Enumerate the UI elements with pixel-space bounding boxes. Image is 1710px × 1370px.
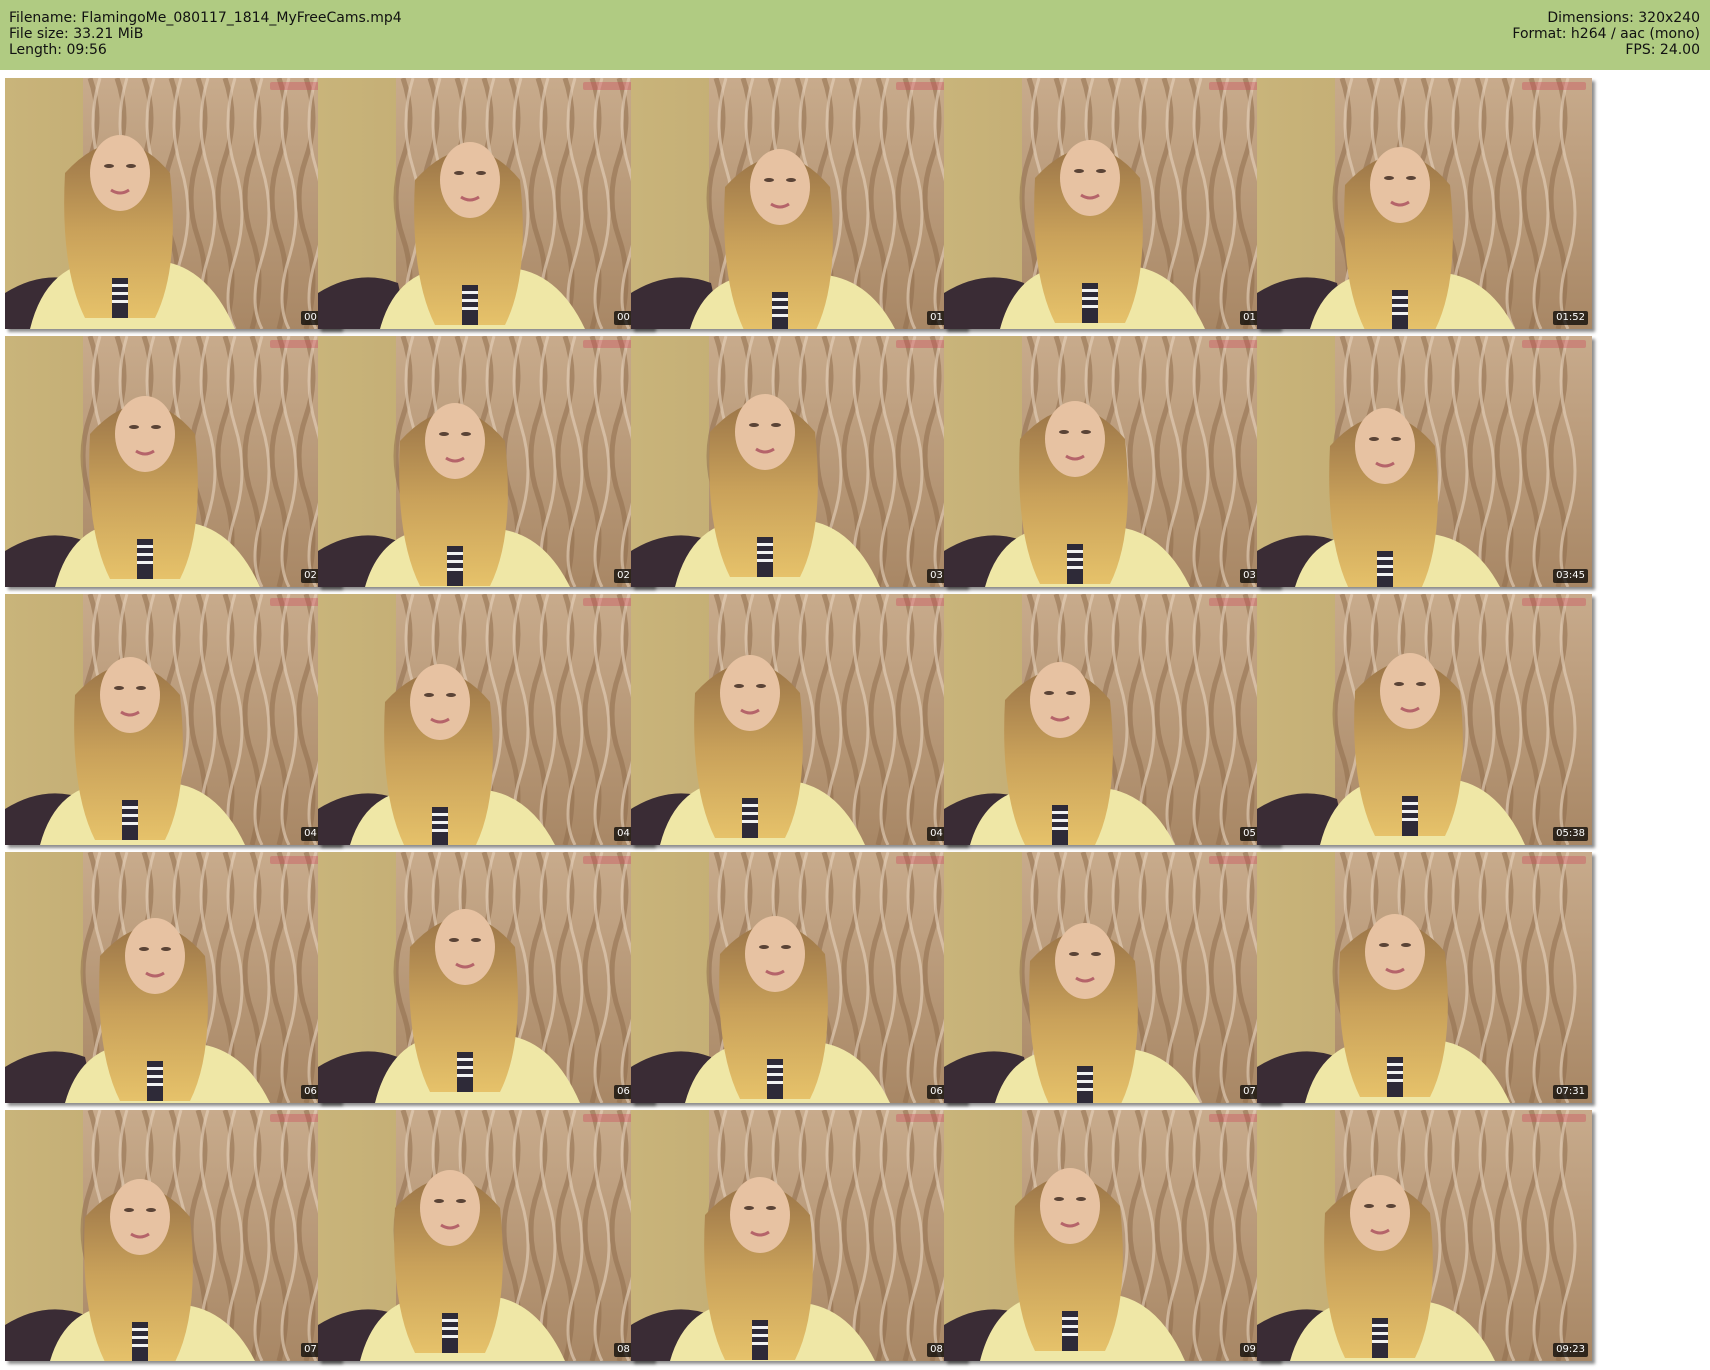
video-frame-image bbox=[318, 336, 653, 587]
video-frame-image bbox=[944, 594, 1279, 845]
video-frame-image bbox=[1257, 336, 1592, 587]
video-thumbnail: 00:22 bbox=[5, 78, 340, 329]
video-thumbnail: 06:23 bbox=[318, 852, 653, 1103]
watermark-graphic bbox=[1522, 1114, 1586, 1122]
video-thumbnail: 07:08 bbox=[944, 852, 1279, 1103]
video-frame-image bbox=[5, 852, 340, 1103]
video-thumbnail: 05:38 bbox=[1257, 594, 1592, 845]
video-frame-image bbox=[631, 852, 966, 1103]
video-thumbnail: 01:30 bbox=[944, 78, 1279, 329]
video-thumbnail: 02:15 bbox=[5, 336, 340, 587]
video-thumbnail: 07:53 bbox=[5, 1110, 340, 1361]
video-frame-image bbox=[1257, 852, 1592, 1103]
timestamp-label: 01:52 bbox=[1553, 311, 1588, 325]
timestamp-label: 03:45 bbox=[1553, 569, 1588, 583]
video-frame-image bbox=[944, 852, 1279, 1103]
video-frame-image bbox=[5, 1110, 340, 1361]
video-frame-image bbox=[631, 1110, 966, 1361]
video-thumbnail: 01:52 bbox=[1257, 78, 1592, 329]
watermark-graphic bbox=[1522, 340, 1586, 348]
video-frame-image bbox=[944, 336, 1279, 587]
thumbnail-grid: 00:22 bbox=[0, 0, 1710, 1370]
video-thumbnail: 03:45 bbox=[1257, 336, 1592, 587]
video-frame-image bbox=[318, 78, 653, 329]
video-thumbnail: 08:38 bbox=[631, 1110, 966, 1361]
video-frame-image bbox=[944, 78, 1279, 329]
video-thumbnail: 06:00 bbox=[5, 852, 340, 1103]
watermark-graphic bbox=[1522, 856, 1586, 864]
video-frame-image bbox=[1257, 594, 1592, 845]
watermark-graphic bbox=[1522, 82, 1586, 90]
timestamp-label: 09:23 bbox=[1553, 1343, 1588, 1357]
video-thumbnail: 00:45 bbox=[318, 78, 653, 329]
video-thumbnail: 06:45 bbox=[631, 852, 966, 1103]
video-thumbnail: 09:23 bbox=[1257, 1110, 1592, 1361]
video-thumbnail: 04:30 bbox=[318, 594, 653, 845]
video-thumbnail: 05:15 bbox=[944, 594, 1279, 845]
video-frame-image bbox=[631, 594, 966, 845]
video-thumbnail: 01:07 bbox=[631, 78, 966, 329]
watermark-graphic bbox=[1522, 598, 1586, 606]
video-frame-image bbox=[5, 336, 340, 587]
video-frame-image bbox=[1257, 78, 1592, 329]
video-thumbnail: 02:37 bbox=[318, 336, 653, 587]
video-thumbnail: 03:22 bbox=[944, 336, 1279, 587]
video-frame-image bbox=[5, 78, 340, 329]
video-thumbnail: 08:16 bbox=[318, 1110, 653, 1361]
video-thumbnail: 07:31 bbox=[1257, 852, 1592, 1103]
video-frame-image bbox=[631, 336, 966, 587]
video-thumbnail: 04:08 bbox=[5, 594, 340, 845]
video-frame-image bbox=[1257, 1110, 1592, 1361]
video-thumbnail: 09:01 bbox=[944, 1110, 1279, 1361]
video-frame-image bbox=[944, 1110, 1279, 1361]
video-frame-image bbox=[318, 852, 653, 1103]
video-thumbnail: 03:00 bbox=[631, 336, 966, 587]
video-frame-image bbox=[5, 594, 340, 845]
timestamp-label: 05:38 bbox=[1553, 827, 1588, 841]
video-frame-image bbox=[318, 1110, 653, 1361]
video-thumbnail: 04:53 bbox=[631, 594, 966, 845]
video-frame-image bbox=[318, 594, 653, 845]
video-frame-image bbox=[631, 78, 966, 329]
timestamp-label: 07:31 bbox=[1553, 1085, 1588, 1099]
